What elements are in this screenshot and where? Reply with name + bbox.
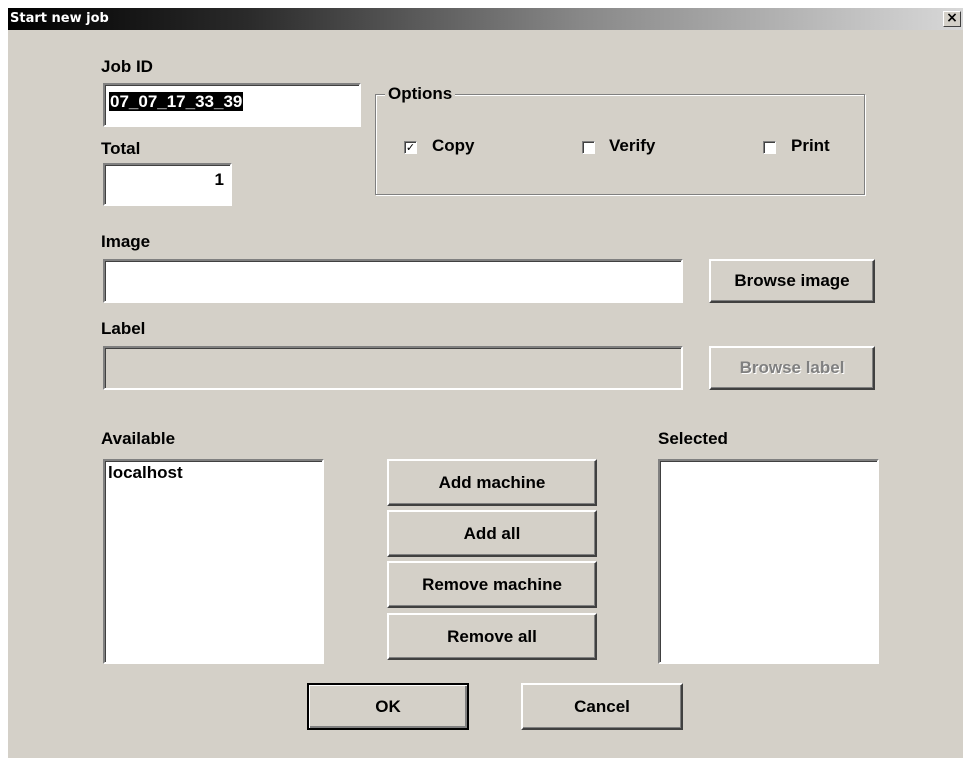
ok-label: OK [375, 696, 401, 716]
list-item-localhost[interactable]: localhost [105, 461, 322, 485]
available-list[interactable]: localhost [103, 459, 324, 664]
label-input [103, 346, 683, 390]
start-new-job-dialog: Start new job × Job ID 07_07_17_33_39 To… [8, 8, 963, 758]
remove-all-label: Remove all [447, 626, 537, 646]
job-id-value: 07_07_17_33_39 [109, 92, 244, 111]
options-group-label: Options [385, 84, 456, 104]
total-value: 1 [214, 170, 224, 189]
available-label: Available [101, 429, 176, 448]
close-icon[interactable]: × [943, 11, 961, 27]
label-field-label: Label [101, 319, 146, 338]
job-id-input[interactable]: 07_07_17_33_39 [103, 83, 361, 127]
title-bar: Start new job × [8, 8, 963, 30]
selected-label: Selected [658, 429, 728, 448]
add-all-button[interactable]: Add all [387, 510, 597, 557]
cancel-button[interactable]: Cancel [521, 683, 683, 730]
cancel-label: Cancel [574, 696, 630, 716]
dialog-title: Start new job [10, 11, 109, 26]
total-input[interactable]: 1 [103, 163, 232, 206]
remove-all-button[interactable]: Remove all [387, 613, 597, 660]
print-checkbox[interactable] [763, 141, 776, 154]
remove-machine-button[interactable]: Remove machine [387, 561, 597, 608]
image-input[interactable] [103, 259, 683, 303]
ok-button[interactable]: OK [307, 683, 469, 730]
total-label: Total [101, 139, 141, 158]
browse-image-label: Browse image [734, 271, 850, 290]
copy-label[interactable]: Copy [432, 136, 475, 156]
copy-checkbox[interactable]: ✓ [404, 141, 417, 154]
add-all-label: Add all [463, 523, 521, 543]
browse-image-button[interactable]: Browse image [709, 259, 875, 303]
browse-label-label: Browse label [739, 358, 845, 377]
job-id-label: Job ID [101, 57, 153, 76]
add-machine-button[interactable]: Add machine [387, 459, 597, 506]
checkmark-icon: ✓ [405, 141, 416, 154]
verify-checkbox[interactable] [582, 141, 595, 154]
image-label: Image [101, 232, 151, 251]
remove-machine-label: Remove machine [422, 574, 562, 594]
add-machine-label: Add machine [438, 472, 546, 492]
browse-label-button: Browse label [709, 346, 875, 390]
selected-list[interactable] [658, 459, 879, 664]
print-label[interactable]: Print [791, 136, 830, 156]
verify-label[interactable]: Verify [609, 136, 655, 156]
